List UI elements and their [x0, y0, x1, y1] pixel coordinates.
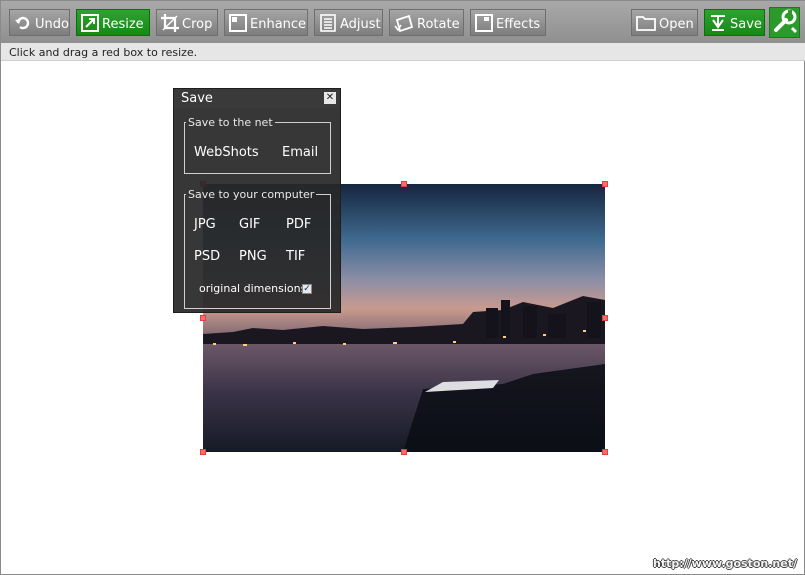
rotate-button[interactable]: Rotate	[389, 9, 464, 36]
format-pdf[interactable]: PDF	[286, 217, 311, 232]
close-icon[interactable]: ✕	[324, 92, 336, 104]
crop-label: Crop	[182, 16, 213, 32]
save-panel-title: Save	[181, 91, 213, 106]
format-jpg[interactable]: JPG	[194, 217, 216, 232]
enhance-label: Enhance	[250, 16, 307, 32]
resize-handle-left[interactable]	[200, 315, 206, 321]
crop-icon	[161, 13, 179, 33]
wrench-button[interactable]	[769, 7, 800, 38]
resize-label: Resize	[102, 16, 144, 32]
effects-icon	[475, 13, 493, 33]
resize-handle-top-right[interactable]	[602, 181, 608, 187]
undo-button[interactable]: Undo	[9, 9, 70, 36]
format-png[interactable]: PNG	[239, 249, 267, 264]
resize-handle-bottom-left[interactable]	[200, 449, 206, 455]
crop-button[interactable]: Crop	[156, 9, 218, 36]
format-gif[interactable]: GIF	[239, 217, 260, 232]
hint-bar: Click and drag a red box to resize.	[1, 43, 805, 61]
wrench-icon	[772, 8, 798, 38]
format-tif[interactable]: TIF	[286, 249, 305, 264]
site-credit-watermark: http://www.goston.net/	[653, 557, 797, 570]
format-psd[interactable]: PSD	[194, 249, 220, 264]
rotate-icon	[394, 13, 414, 33]
resize-handle-right[interactable]	[602, 315, 608, 321]
save-panel-titlebar[interactable]: Save ✕	[174, 89, 340, 108]
undo-label: Undo	[35, 16, 69, 32]
enhance-button[interactable]: Enhance	[224, 9, 308, 36]
save-to-net-legend: Save to the net	[188, 116, 273, 129]
open-label: Open	[659, 16, 694, 32]
rotate-label: Rotate	[417, 16, 460, 32]
webshots-link[interactable]: WebShots	[194, 145, 259, 160]
email-link[interactable]: Email	[282, 145, 318, 160]
adjust-label: Adjust	[340, 16, 381, 32]
effects-label: Effects	[496, 16, 541, 32]
resize-handle-bottom-right[interactable]	[602, 449, 608, 455]
effects-button[interactable]: Effects	[470, 9, 546, 36]
save-download-icon	[709, 13, 727, 33]
folder-icon	[636, 13, 656, 33]
save-button[interactable]: Save	[704, 9, 765, 36]
adjust-icon	[319, 13, 337, 33]
main-toolbar: Undo Resize Crop Enhance Adjust Rotate E…	[1, 1, 805, 43]
open-button[interactable]: Open	[631, 9, 698, 36]
resize-icon	[81, 13, 99, 33]
adjust-button[interactable]: Adjust	[314, 9, 383, 36]
resize-button[interactable]: Resize	[76, 9, 150, 36]
save-to-computer-legend: Save to your computer	[188, 188, 315, 201]
save-panel: Save ✕ Save to the net WebShots Email Sa…	[173, 88, 341, 313]
save-label: Save	[730, 16, 762, 32]
original-dimensions-checkbox[interactable]: ✓	[302, 284, 312, 294]
resize-handle-top[interactable]	[401, 181, 407, 187]
enhance-icon	[229, 13, 247, 33]
undo-icon	[14, 13, 32, 33]
original-dimensions-label: original dimensions	[199, 282, 307, 295]
resize-handle-bottom[interactable]	[401, 449, 407, 455]
